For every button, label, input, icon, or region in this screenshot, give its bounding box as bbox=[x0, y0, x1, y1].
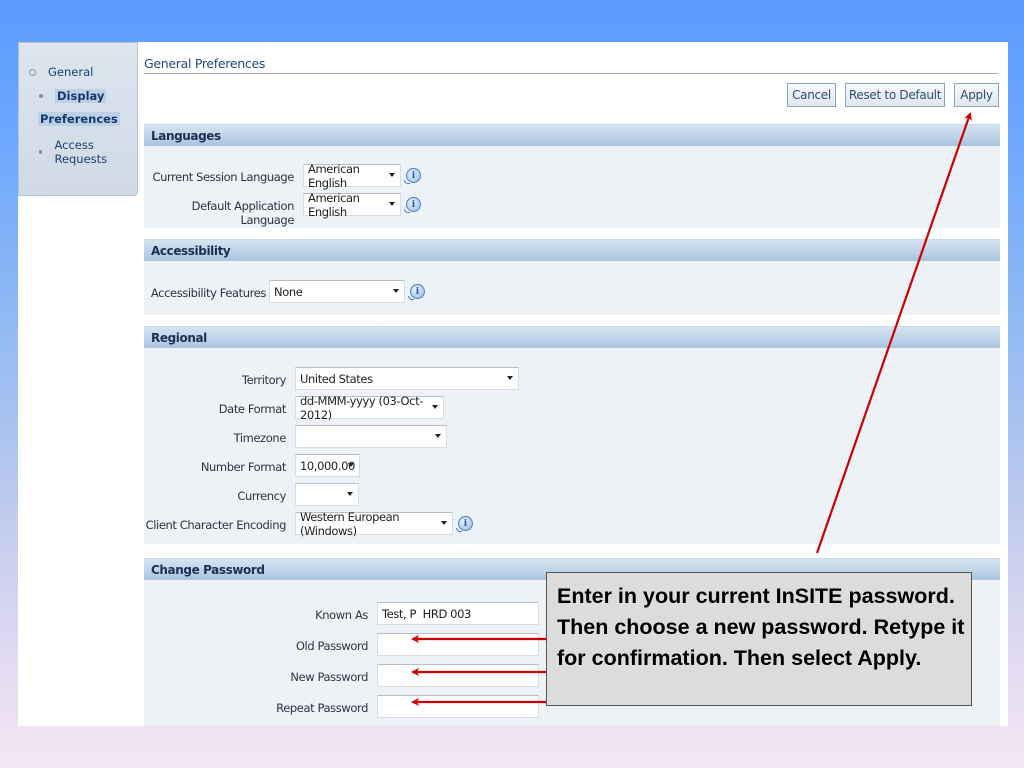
section-languages: Current Session Language American Englis… bbox=[144, 146, 1000, 228]
number-format-label: Number Format bbox=[200, 460, 287, 474]
repeat-password-label: Repeat Password bbox=[276, 701, 368, 715]
sidebar-nav: General Display Preferences Access Reque… bbox=[18, 42, 138, 196]
sidebar-item-label: Access Requests bbox=[54, 138, 108, 166]
chevron-down-icon bbox=[432, 405, 438, 409]
page-title: General Preferences bbox=[144, 56, 266, 71]
select-value: None bbox=[274, 284, 303, 299]
sidebar-item-general[interactable]: General bbox=[29, 65, 93, 79]
bullet-icon bbox=[39, 94, 43, 98]
reset-to-default-button[interactable]: Reset to Default bbox=[845, 83, 945, 107]
select-value: American English bbox=[308, 161, 360, 190]
section-regional: Territory United States Date Format dd-M… bbox=[144, 348, 1000, 544]
date-format-select[interactable]: dd-MMM-yyyy (03-Oct-2012) bbox=[295, 393, 444, 422]
chevron-down-icon bbox=[393, 289, 399, 293]
accessibility-features-label: Accessibility Features bbox=[150, 286, 266, 300]
field-value: Test, P HRD 003 bbox=[382, 606, 471, 621]
select-value: Western European (Windows) bbox=[300, 509, 400, 538]
instruction-callout: Enter in your current InSITE password. T… bbox=[546, 572, 972, 706]
current-session-language-select[interactable]: American English bbox=[303, 161, 401, 190]
currency-label: Currency bbox=[237, 489, 286, 503]
new-password-field[interactable] bbox=[377, 664, 539, 687]
territory-select[interactable]: United States bbox=[295, 367, 519, 390]
chevron-down-icon bbox=[347, 492, 353, 496]
chevron-down-icon bbox=[441, 521, 447, 525]
select-value: dd-MMM-yyyy (03-Oct-2012) bbox=[300, 393, 423, 422]
circle-bullet-icon bbox=[29, 68, 36, 76]
chevron-down-icon bbox=[389, 173, 395, 177]
apply-button[interactable]: Apply bbox=[954, 83, 999, 107]
info-icon[interactable]: i bbox=[456, 516, 473, 532]
title-divider bbox=[144, 73, 998, 74]
select-value: American English bbox=[308, 190, 360, 219]
known-as-field[interactable]: Test, P HRD 003 bbox=[377, 602, 539, 625]
chevron-down-icon bbox=[389, 202, 395, 206]
info-icon[interactable]: i bbox=[404, 168, 421, 184]
chevron-down-icon bbox=[507, 376, 513, 380]
repeat-password-field[interactable] bbox=[377, 695, 539, 718]
section-header-regional: Regional bbox=[144, 326, 1000, 348]
date-format-label: Date Format bbox=[218, 402, 287, 416]
old-password-label: Old Password bbox=[295, 639, 369, 653]
sidebar-item-display-preferences[interactable]: Display bbox=[39, 89, 107, 103]
sidebar-item-label: Display bbox=[55, 89, 107, 103]
info-icon[interactable]: i bbox=[404, 197, 421, 213]
timezone-label: Timezone bbox=[233, 431, 287, 445]
sidebar-item-label: General bbox=[48, 65, 94, 79]
cancel-button[interactable]: Cancel bbox=[787, 83, 836, 107]
chevron-down-icon bbox=[435, 434, 441, 438]
info-icon[interactable]: i bbox=[408, 284, 425, 300]
old-password-field[interactable] bbox=[377, 633, 539, 656]
chevron-down-icon bbox=[348, 463, 354, 467]
number-format-select[interactable]: 10,000.00 bbox=[295, 454, 360, 477]
section-accessibility: Accessibility Features None i bbox=[144, 261, 1000, 315]
default-application-language-label: Default Application Language bbox=[191, 199, 295, 227]
client-character-encoding-select[interactable]: Western European (Windows) bbox=[295, 509, 453, 538]
select-value: United States bbox=[300, 371, 373, 386]
sidebar-item-label: Preferences bbox=[38, 112, 120, 126]
known-as-label: Known As bbox=[315, 608, 368, 622]
section-header-languages: Languages bbox=[144, 124, 1000, 146]
client-character-encoding-label: Client Character Encoding bbox=[145, 518, 287, 532]
select-value: 10,000.00 bbox=[300, 458, 355, 473]
section-header-accessibility: Accessibility bbox=[144, 239, 1000, 261]
current-session-language-label: Current Session Language bbox=[152, 170, 294, 184]
new-password-label: New Password bbox=[290, 670, 368, 684]
currency-select[interactable] bbox=[295, 483, 359, 506]
sidebar-item-access-requests[interactable]: Access Requests bbox=[39, 138, 137, 166]
sidebar-item-display-preferences-cont[interactable]: Preferences bbox=[38, 112, 120, 126]
timezone-select[interactable] bbox=[295, 425, 447, 448]
default-application-language-select[interactable]: American English bbox=[303, 190, 401, 219]
bullet-icon bbox=[39, 150, 43, 154]
territory-label: Territory bbox=[241, 373, 286, 387]
accessibility-features-select[interactable]: None bbox=[269, 280, 405, 303]
